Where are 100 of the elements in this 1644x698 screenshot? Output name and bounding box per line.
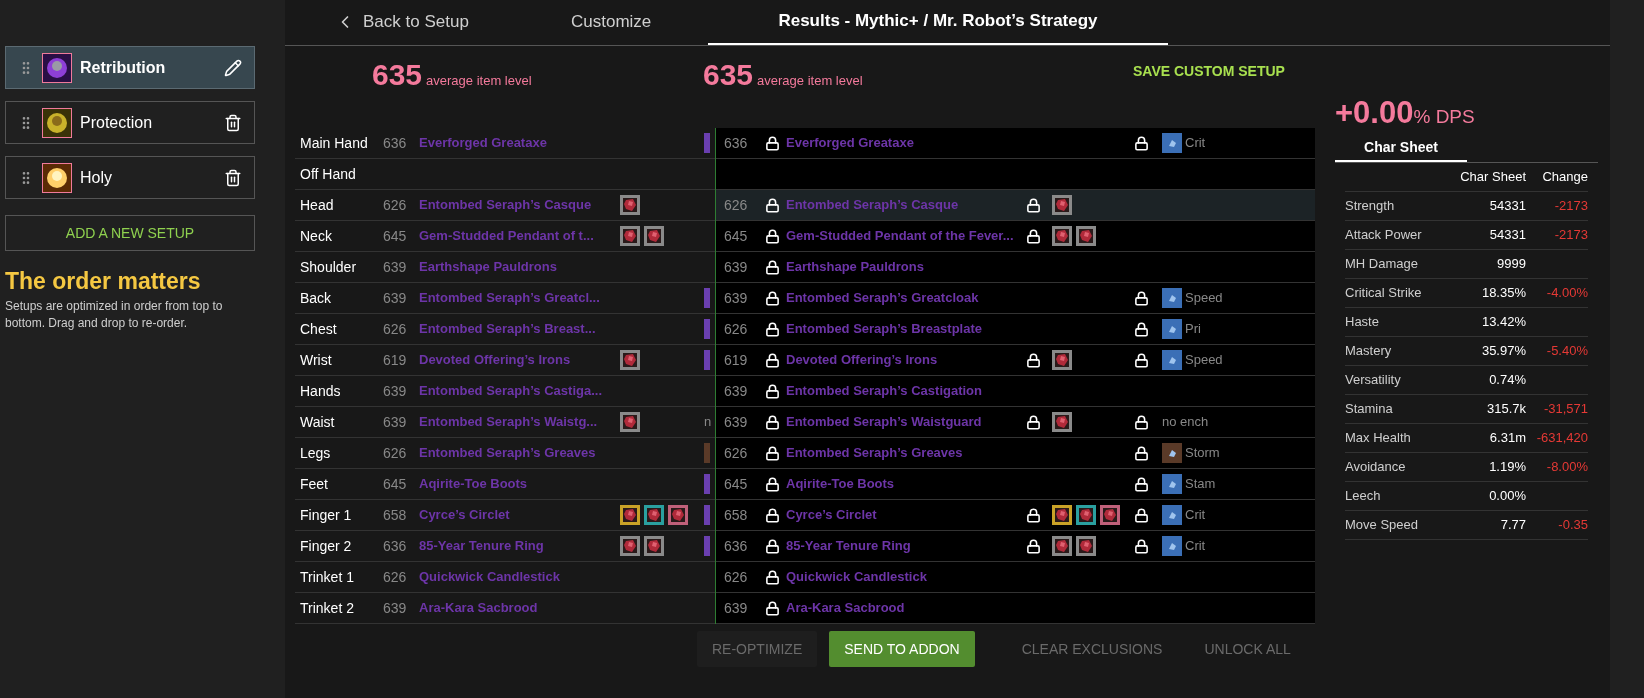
lock-icon[interactable] <box>1134 476 1149 492</box>
lock-icon[interactable] <box>1026 507 1041 523</box>
item-name[interactable]: Earthshape Pauldrons <box>419 257 620 277</box>
slot-label: Trinket 1 <box>299 567 355 587</box>
delete-icon[interactable] <box>224 113 242 132</box>
enchant-label: Speed <box>1184 351 1223 370</box>
item-name[interactable]: Entombed Seraph’s Casque <box>786 195 1026 215</box>
item-name[interactable]: Entombed Seraph’s Breastplate <box>786 319 1026 339</box>
setup-card[interactable]: Protection <box>5 101 255 144</box>
action-button[interactable]: SEND TO ADDON <box>829 631 975 667</box>
result-row[interactable]: 626 Entombed Seraph’s Casque <box>716 190 1315 221</box>
item-name[interactable]: Aqirite-Toe Boots <box>786 474 1026 494</box>
item-level: 658 <box>723 505 749 525</box>
stat-value: 18.35% <box>1480 283 1526 302</box>
lock-icon[interactable] <box>1134 507 1149 523</box>
slot-label: Waist <box>299 412 336 432</box>
lock-icon[interactable] <box>765 507 780 523</box>
setup-name: Retribution <box>80 57 167 78</box>
item-name[interactable]: Entombed Seraph’s Greatcloak <box>786 288 1026 308</box>
lock-icon[interactable] <box>1134 414 1149 430</box>
item-name[interactable]: Devoted Offering’s Irons <box>419 350 620 370</box>
delete-icon[interactable] <box>224 168 242 187</box>
item-level: 645 <box>723 226 749 246</box>
lock-icon[interactable] <box>765 383 780 399</box>
lock-icon[interactable] <box>1134 135 1149 151</box>
item-level: 626 <box>723 195 749 215</box>
save-custom-setup-button[interactable]: SAVE CUSTOM SETUP <box>1133 61 1285 82</box>
lock-icon[interactable] <box>765 600 780 616</box>
slot-label: Finger 2 <box>299 536 353 556</box>
lock-icon[interactable] <box>765 414 780 430</box>
edit-icon[interactable] <box>224 58 242 77</box>
tab[interactable]: Results - Mythic+ / Mr. Robot’s Strategy <box>708 0 1168 45</box>
item-name[interactable]: Everforged Greataxe <box>419 133 620 153</box>
item-level: 626 <box>723 567 749 587</box>
lock-icon[interactable] <box>765 197 780 213</box>
lock-icon[interactable] <box>765 321 780 337</box>
stats-tab[interactable]: Char Sheet <box>1335 136 1467 162</box>
item-name[interactable]: Aqirite-Toe Boots <box>419 474 620 494</box>
lock-icon[interactable] <box>1026 197 1041 213</box>
lock-icon[interactable] <box>1026 538 1041 554</box>
lock-icon[interactable] <box>765 445 780 461</box>
stat-name: Max Health <box>1345 428 1412 447</box>
enchant-label: Pri <box>1184 320 1201 339</box>
slot-label: Head <box>299 195 335 215</box>
item-name[interactable]: Entombed Seraph’s Castigation <box>786 381 1026 401</box>
tab[interactable]: Customize <box>571 0 708 45</box>
lock-icon[interactable] <box>1134 538 1149 554</box>
item-name[interactable]: Cyrce’s Circlet <box>786 505 1026 525</box>
item-name[interactable]: Gem-Studded Pendant of the Fever... <box>786 226 1026 246</box>
item-name[interactable]: Entombed Seraph’s Greatcl... <box>419 288 620 308</box>
lock-icon[interactable] <box>765 135 780 151</box>
item-name[interactable]: Entombed Seraph’s Waistg... <box>419 412 620 432</box>
item-name[interactable]: Gem-Studded Pendant of t... <box>419 226 620 246</box>
lock-icon[interactable] <box>765 259 780 275</box>
lock-icon[interactable] <box>1026 352 1041 368</box>
item-level: 636 <box>383 133 408 153</box>
tab[interactable]: Back to Setup <box>335 0 571 45</box>
setup-card[interactable]: Holy <box>5 156 255 199</box>
lock-icon[interactable] <box>1026 228 1041 244</box>
item-name[interactable]: Quickwick Candlestick <box>419 567 620 587</box>
lock-icon[interactable] <box>765 569 780 585</box>
item-name[interactable]: Entombed Seraph’s Greaves <box>786 443 1026 463</box>
item-name[interactable]: 85-Year Tenure Ring <box>786 536 1026 556</box>
item-name[interactable]: 85-Year Tenure Ring <box>419 536 620 556</box>
lock-icon[interactable] <box>1134 352 1149 368</box>
lock-icon[interactable] <box>765 538 780 554</box>
lock-icon[interactable] <box>765 476 780 492</box>
slot-label: Wrist <box>299 350 333 370</box>
slot-label: Chest <box>299 319 338 339</box>
lock-icon[interactable] <box>765 228 780 244</box>
lock-icon[interactable] <box>1134 445 1149 461</box>
item-level: 639 <box>383 412 408 432</box>
stat-change: -5.40% <box>1546 342 1588 358</box>
item-name[interactable]: Quickwick Candlestick <box>786 567 1026 587</box>
column-header: Change <box>1541 167 1588 186</box>
stat-change: -2173 <box>1554 226 1588 242</box>
setup-card[interactable]: Retribution <box>5 46 255 89</box>
item-name[interactable]: Entombed Seraph’s Breast... <box>419 319 620 339</box>
item-name[interactable]: Ara-Kara Sacbrood <box>419 598 620 618</box>
column-header: Char Sheet <box>1459 167 1526 186</box>
stat-value: 13.42% <box>1480 312 1526 331</box>
item-level: 645 <box>383 474 408 494</box>
item-name[interactable]: Entombed Seraph’s Waistguard <box>786 412 1026 432</box>
item-name[interactable]: Entombed Seraph’s Casque <box>419 195 620 215</box>
item-name[interactable]: Earthshape Pauldrons <box>786 257 1026 277</box>
lock-icon[interactable] <box>1134 321 1149 337</box>
item-name[interactable]: Entombed Seraph’s Castiga... <box>419 381 620 401</box>
add-setup-button[interactable]: ADD A NEW SETUP <box>5 215 255 251</box>
item-name[interactable]: Cyrce’s Circlet <box>419 505 620 525</box>
item-level: 626 <box>383 443 408 463</box>
lock-icon[interactable] <box>765 352 780 368</box>
stat-change: -2173 <box>1554 197 1588 213</box>
item-name[interactable]: Everforged Greataxe <box>786 133 1026 153</box>
lock-icon[interactable] <box>1134 290 1149 306</box>
lock-icon[interactable] <box>1026 414 1041 430</box>
stat-value: 6.31m <box>1488 428 1526 447</box>
item-name[interactable]: Ara-Kara Sacbrood <box>786 598 1026 618</box>
item-name[interactable]: Entombed Seraph’s Greaves <box>419 443 620 463</box>
lock-icon[interactable] <box>765 290 780 306</box>
item-name[interactable]: Devoted Offering’s Irons <box>786 350 1026 370</box>
